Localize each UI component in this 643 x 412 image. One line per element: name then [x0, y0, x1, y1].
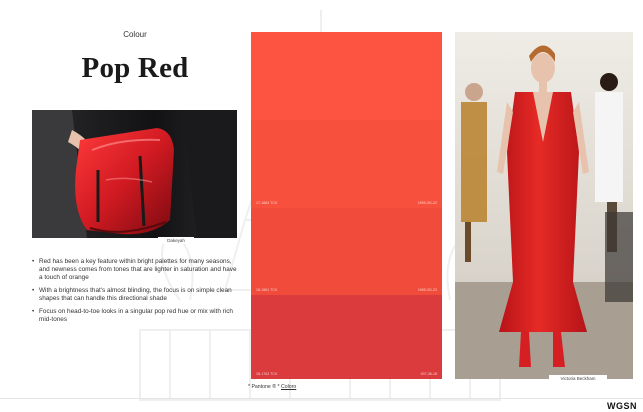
runway-photo — [455, 32, 633, 379]
swatch-4: 18-1763 TCX 007-36-18 — [251, 295, 442, 379]
swatch-code-pantone: 18-1763 TCX — [256, 372, 278, 376]
swatch-code-coloro: 1999-3G-22 — [417, 201, 437, 205]
category-label: Colour — [123, 30, 147, 39]
trend-note: Red has been a key feature within bright… — [32, 258, 237, 282]
coloro-link[interactable]: Coloro — [281, 384, 296, 390]
trend-page: Colour Pop Red Dakeyah • Red has been a … — [0, 0, 643, 412]
trend-note: Focus on head-to-toe looks in a singular… — [32, 308, 237, 324]
handbag-illustration — [32, 110, 237, 238]
brand-logo: WGSN — [607, 401, 637, 411]
runway-illustration — [455, 32, 633, 379]
footer-divider — [0, 398, 643, 399]
swatch-footnote: * Pantone ® * Coloro — [248, 384, 296, 390]
swatch-code-coloro: 007-36-18 — [420, 372, 437, 376]
trend-notes: Red has been a key feature within bright… — [32, 258, 237, 329]
swatch-top — [251, 32, 442, 120]
swatch-code-pantone: 18-1561 TCX — [256, 288, 278, 292]
swatch-code-coloro: 1999-3G-23 — [417, 288, 437, 292]
swatch-code-pantone: 17-1664 TCX — [256, 201, 278, 205]
page-title: Pop Red — [81, 52, 189, 84]
handbag-photo — [32, 110, 237, 238]
trend-note: With a brightness that's almost blinding… — [32, 287, 237, 303]
runway-photo-credit: Victoria Beckham — [549, 375, 607, 382]
swatch-1: 17-1664 TCX 1999-3G-22 — [251, 120, 442, 208]
swatch-footnote-prefix: * Pantone ® * — [248, 384, 280, 390]
handbag-photo-credit: Dakeyah — [158, 237, 194, 244]
colour-swatches: 17-1664 TCX 1999-3G-22 18-1561 TCX 1999-… — [251, 32, 442, 379]
swatch-2: 18-1561 TCX 1999-3G-23 — [251, 208, 442, 295]
